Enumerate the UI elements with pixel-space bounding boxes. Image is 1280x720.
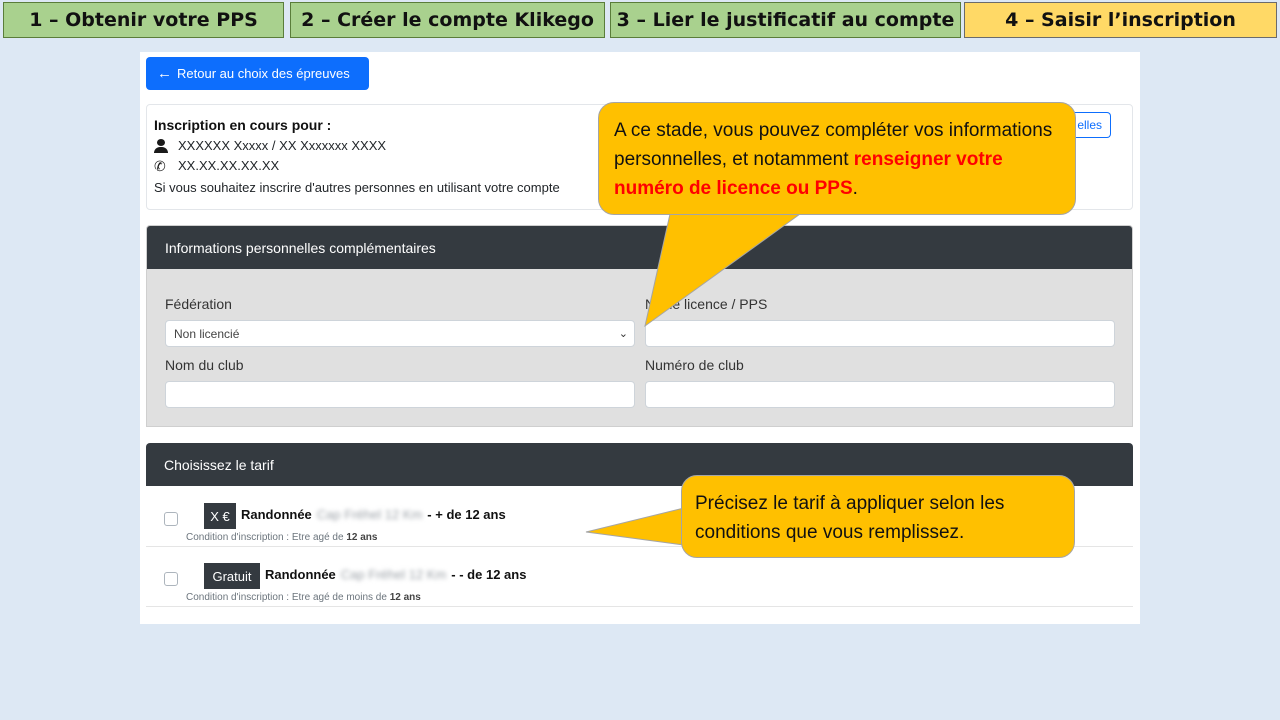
tarif-name-hidden: Cap Fréhel 12 Km (316, 507, 423, 522)
callout1-end: . (852, 178, 858, 199)
phone-icon: ✆ (154, 157, 166, 174)
tarif-condition-value: 12 ans (389, 592, 421, 603)
tarif-name-hidden: Cap Fréhel 12 Km (340, 567, 447, 582)
info-note-row: Si vous souhaitez inscrire d'autres pers… (154, 180, 560, 195)
federation-label: Fédération (165, 296, 232, 312)
callout-licence: A ce stade, vous pouvez compléter vos in… (598, 102, 1076, 215)
licence-label: N° de licence / PPS (645, 296, 768, 312)
info-phone-row: ✆ XX.XX.XX.XX.XX (154, 158, 279, 173)
info-title: Inscription en cours pour : (154, 117, 332, 133)
back-button[interactable]: ← Retour au choix des épreuves (146, 57, 369, 90)
club-name-input[interactable] (165, 381, 635, 408)
step-2: 2 – Créer le compte Klikego (290, 2, 605, 38)
info-note: Si vous souhaitez inscrire d'autres pers… (154, 180, 560, 195)
tarif-checkbox[interactable] (164, 512, 178, 526)
tarif-condition-value: 12 ans (346, 532, 378, 543)
tarif-condition: Condition d'inscription : Etre agé de 12… (186, 532, 377, 543)
personal-info-section: Informations personnelles complémentaire… (146, 225, 1133, 427)
tarif-checkbox[interactable] (164, 572, 178, 586)
licence-input[interactable] (645, 320, 1115, 347)
tarif-name: Randonnée Cap Fréhel 12 Km - + de 12 ans (241, 507, 506, 522)
club-number-input[interactable] (645, 381, 1115, 408)
tarif-name: Randonnée Cap Fréhel 12 Km - - de 12 ans (265, 567, 526, 582)
info-name: XXXXXX Xxxxx / XX Xxxxxxx XXXX (178, 138, 387, 153)
price-badge: X € (204, 503, 236, 529)
personal-info-header: Informations personnelles complémentaire… (147, 226, 1132, 269)
club-name-label: Nom du club (165, 357, 244, 373)
step-1: 1 – Obtenir votre PPS (3, 2, 284, 38)
tarif-condition-text: Condition d'inscription : Etre agé de mo… (186, 592, 387, 603)
user-icon (154, 138, 168, 153)
chevron-down-icon: ⌄ (618, 328, 628, 340)
federation-value: Non licencié (174, 326, 240, 341)
steps-bar: 1 – Obtenir votre PPS 2 – Créer le compt… (3, 2, 1277, 38)
club-number-label: Numéro de club (645, 357, 744, 373)
info-phone: XX.XX.XX.XX.XX (178, 158, 280, 173)
tarif-name-suffix: - + de 12 ans (427, 507, 506, 522)
tarif-name-main: Randonnée (265, 567, 336, 582)
tarif-condition-text: Condition d'inscription : Etre agé de (186, 532, 344, 543)
step-3: 3 – Lier le justificatif au compte (610, 2, 961, 38)
arrow-left-icon: ← (157, 65, 172, 82)
info-name-row: XXXXXX Xxxxx / XX Xxxxxxx XXXX (154, 138, 386, 153)
tarif-name-suffix: - - de 12 ans (451, 567, 527, 582)
price-badge: Gratuit (204, 563, 260, 589)
tarif-name-main: Randonnée (241, 507, 312, 522)
federation-select[interactable]: Non licencié ⌄ (165, 320, 635, 347)
step-4: 4 – Saisir l’inscription (964, 2, 1277, 38)
back-button-label: Retour au choix des épreuves (177, 66, 350, 81)
tarif-condition: Condition d'inscription : Etre agé de mo… (186, 592, 421, 603)
callout-tarif: Précisez le tarif à appliquer selon les … (681, 475, 1075, 558)
